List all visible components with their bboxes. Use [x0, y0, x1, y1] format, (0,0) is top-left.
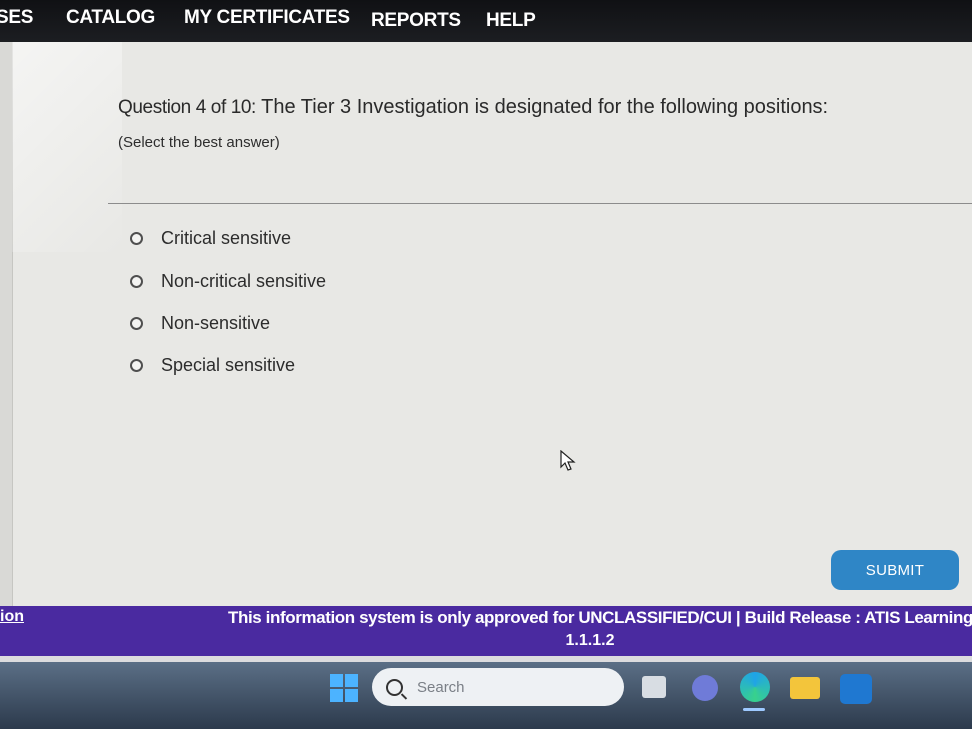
classification-banner: ion This information system is only appr… [0, 606, 972, 656]
question-text: The Tier 3 Investigation is designated f… [261, 96, 829, 118]
question-hint: (Select the best answer) [118, 134, 280, 151]
nav-item-catalog[interactable]: CATALOG [66, 7, 155, 29]
left-sidebar-edge [0, 42, 13, 606]
nav-item-my-certificates[interactable]: MY CERTIFICATES [184, 7, 350, 29]
answer-option-non-critical-sensitive[interactable]: Non-critical sensitive [130, 269, 326, 293]
search-icon [386, 678, 403, 696]
footer-link[interactable]: ion [0, 608, 24, 626]
radio-button[interactable] [130, 358, 143, 372]
option-label: Non-critical sensitive [161, 270, 327, 291]
radio-button[interactable] [130, 316, 143, 330]
file-explorer-icon[interactable] [790, 677, 820, 699]
option-label: Non-sensitive [161, 312, 271, 333]
outlook-icon[interactable] [840, 674, 872, 704]
search-placeholder: Search [417, 678, 465, 696]
mouse-cursor-icon [560, 450, 576, 471]
question-number: Question 4 of 10: [118, 97, 256, 118]
divider [108, 203, 972, 204]
submit-button[interactable]: SUBMIT [831, 550, 959, 590]
active-app-indicator [743, 708, 765, 711]
edge-browser-icon[interactable] [740, 672, 770, 702]
option-label: Critical sensitive [161, 227, 292, 248]
windows-start-icon[interactable] [330, 674, 358, 702]
nav-item-help[interactable]: HELP [486, 10, 536, 32]
answer-option-non-sensitive[interactable]: Non-sensitive [130, 311, 270, 335]
teams-icon[interactable] [692, 675, 718, 701]
option-label: Special sensitive [161, 354, 296, 375]
task-view-icon[interactable] [642, 676, 666, 698]
answer-option-special-sensitive[interactable]: Special sensitive [130, 353, 295, 377]
radio-button[interactable] [130, 274, 143, 288]
question-heading: Question 4 of 10: The Tier 3 Investigati… [118, 96, 828, 119]
taskbar-search-box[interactable]: Search [372, 668, 624, 706]
answer-option-critical-sensitive[interactable]: Critical sensitive [130, 226, 291, 250]
nav-item-reports[interactable]: REPORTS [371, 10, 461, 32]
nav-item-courses[interactable]: SES [0, 7, 33, 29]
radio-button[interactable] [130, 231, 143, 245]
build-version: 1.1.1.2 [565, 632, 615, 649]
screen: SES CATALOG MY CERTIFICATES REPORTS HELP… [0, 0, 972, 729]
classification-notice: This information system is only approved… [228, 608, 972, 627]
